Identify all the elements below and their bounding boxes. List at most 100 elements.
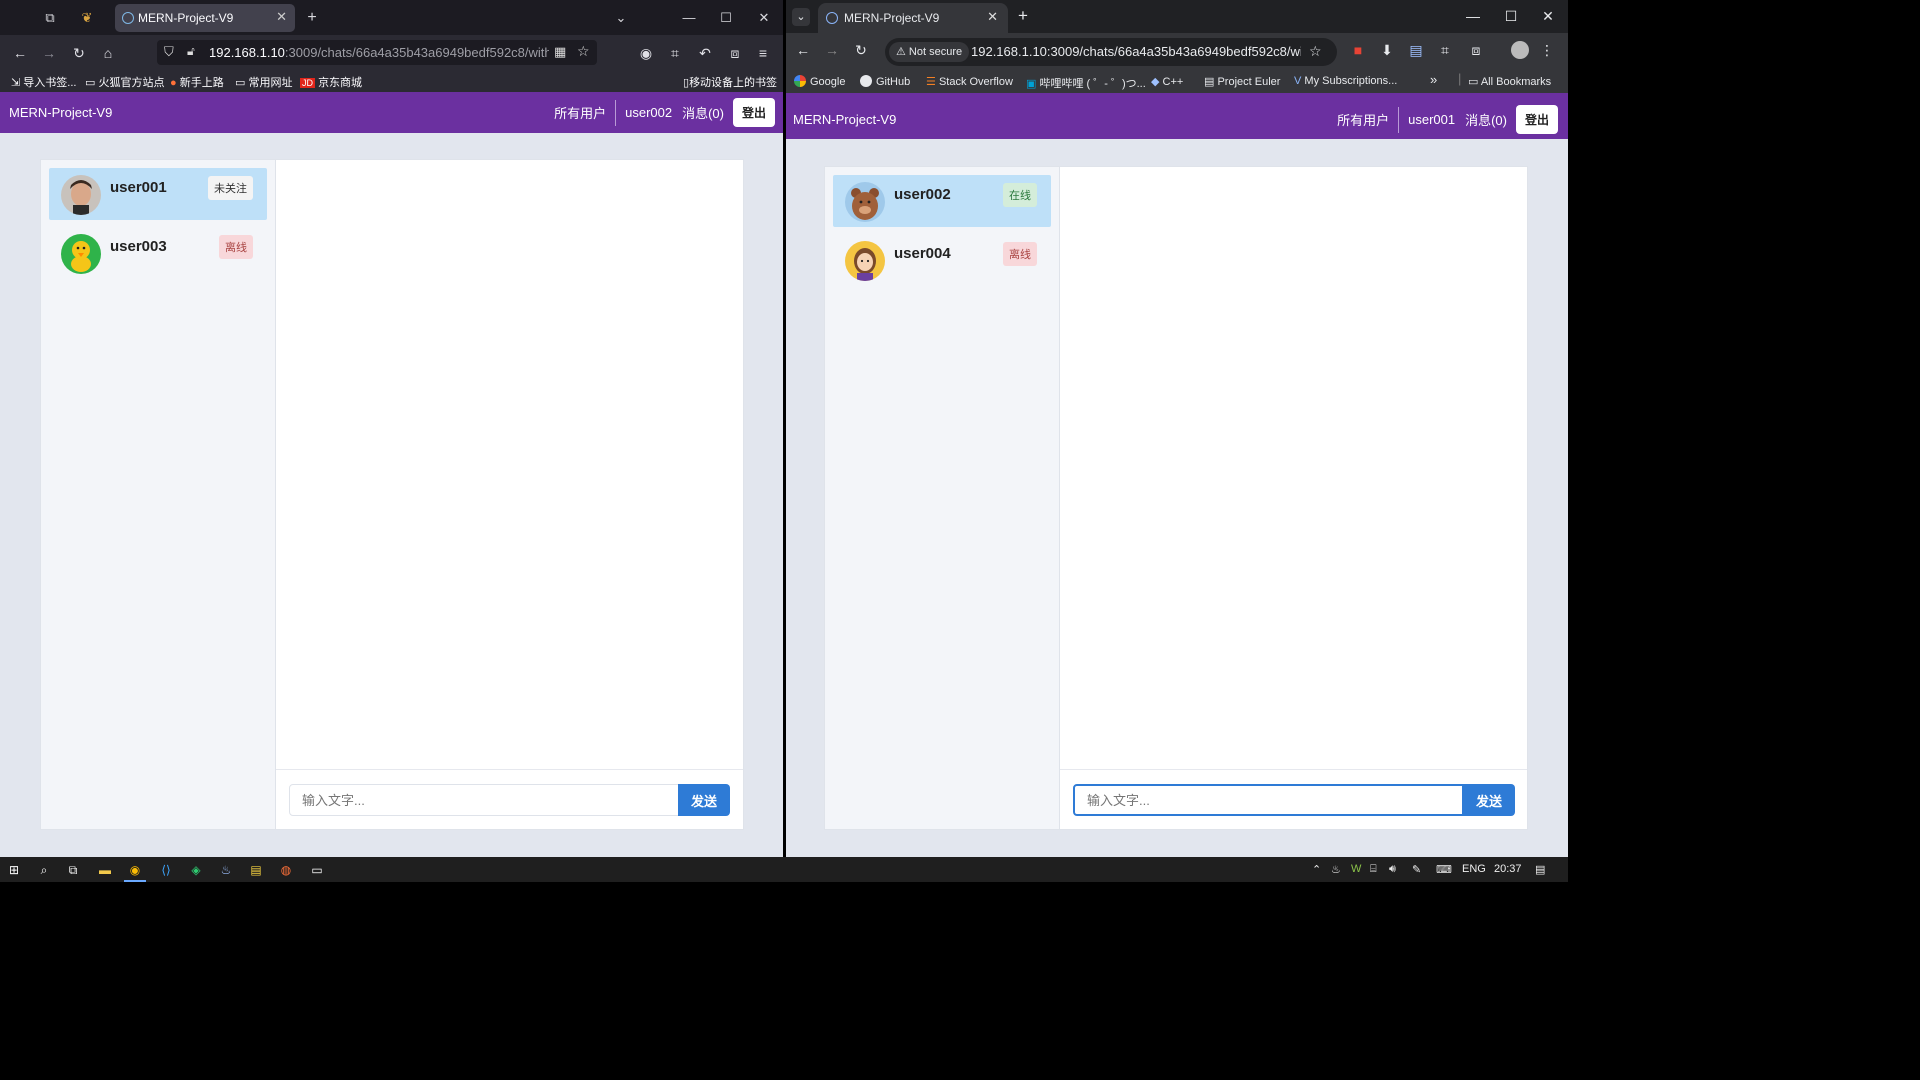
notifications-icon[interactable]: ▤: [1535, 863, 1545, 876]
security-chip[interactable]: ⚠ Not secure: [889, 42, 970, 62]
download-icon[interactable]: ⬇: [1378, 42, 1396, 59]
menu-icon[interactable]: ≡: [754, 44, 772, 62]
tray-keyboard-icon[interactable]: ⌨: [1436, 863, 1452, 876]
tray-chevron-icon[interactable]: ⌃: [1312, 863, 1321, 876]
brand[interactable]: MERN-Project-V9: [9, 105, 112, 120]
tray-volume-icon[interactable]: 🔊︎: [1389, 863, 1396, 876]
new-tab-icon[interactable]: +: [1014, 6, 1032, 26]
contact-item-user002[interactable]: user002 在线: [833, 175, 1051, 227]
bookmark-jd[interactable]: JD 京东商城: [300, 74, 362, 90]
tray-wechat-icon[interactable]: W: [1351, 863, 1361, 875]
brand[interactable]: MERN-Project-V9: [793, 112, 896, 127]
qr-code-icon[interactable]: ▦: [554, 44, 566, 60]
close-window-icon[interactable]: ✕: [1539, 8, 1557, 25]
close-tab-icon[interactable]: ✕: [276, 9, 287, 25]
bookmark-project-euler[interactable]: ▤ Project Euler: [1204, 75, 1280, 88]
nav-messages[interactable]: 消息(0): [677, 103, 729, 122]
contact-item-user003[interactable]: user003 离线: [49, 227, 267, 279]
tray-network-icon[interactable]: ⌸: [1370, 863, 1377, 876]
extension-translate-icon[interactable]: ▤: [1407, 42, 1425, 59]
send-button[interactable]: 发送: [1463, 784, 1515, 816]
nav-divider: [1398, 106, 1400, 133]
windows-start-icon[interactable]: ⊞: [6, 862, 22, 878]
address-bar[interactable]: ⛉ 🔓︎ 192.168.1.10:3009/chats/66a4a35b43a…: [157, 40, 597, 65]
message-input[interactable]: [289, 784, 679, 816]
task-view-icon[interactable]: ⧉: [65, 862, 81, 878]
account-icon[interactable]: ◉: [637, 44, 655, 62]
contact-item-user001[interactable]: user001 未关注: [49, 168, 267, 220]
contact-item-user004[interactable]: user004 离线: [833, 234, 1051, 286]
nav-messages[interactable]: 消息(0): [1460, 110, 1512, 129]
nav-all-users[interactable]: 所有用户: [1332, 110, 1394, 129]
shield-icon[interactable]: ⛉: [164, 44, 174, 60]
bookmark-stackoverflow[interactable]: ☰ Stack Overflow: [926, 75, 1013, 88]
steam-icon[interactable]: ♨: [218, 862, 234, 878]
undo-icon[interactable]: ↶: [696, 44, 714, 62]
chrome-icon[interactable]: ◉: [127, 862, 143, 878]
bookmark-github[interactable]: GitHub: [860, 75, 910, 88]
bookmark-my-subscriptions[interactable]: V My Subscriptions...: [1294, 75, 1397, 87]
tray-steam-icon[interactable]: ♨: [1331, 863, 1341, 876]
back-icon[interactable]: ←: [794, 42, 812, 58]
tab-list-chevron-icon[interactable]: ⌄: [612, 9, 630, 27]
minimize-icon[interactable]: —: [680, 9, 698, 27]
url-text[interactable]: 192.168.1.10:3009/chats/66a4a35b43a6949b…: [209, 45, 549, 60]
new-tab-icon[interactable]: +: [303, 9, 321, 27]
reload-icon[interactable]: ↻: [852, 42, 870, 59]
bookmark-google[interactable]: Google: [794, 75, 845, 88]
nav-all-users[interactable]: 所有用户: [549, 103, 611, 122]
message-input[interactable]: [1073, 784, 1464, 816]
clock[interactable]: 20:37: [1494, 863, 1522, 875]
back-icon[interactable]: ←: [11, 44, 29, 62]
screenshot-icon[interactable]: ⌗: [666, 44, 684, 62]
bookmark-star-icon[interactable]: ☆: [577, 43, 590, 60]
screenshot-icon[interactable]: ⌗: [1436, 42, 1454, 59]
logout-button[interactable]: 登出: [1515, 105, 1558, 134]
minimize-icon[interactable]: —: [1464, 8, 1482, 24]
tab-search-chevron-icon[interactable]: ⌄: [792, 8, 810, 26]
vscode-icon[interactable]: ⟨⟩: [158, 862, 174, 878]
pinned-tab-icon[interactable]: ❦: [78, 9, 96, 27]
maximize-icon[interactable]: ☐: [717, 9, 735, 27]
lock-icon[interactable]: 🔓︎: [187, 44, 195, 59]
app-green-icon[interactable]: ◈: [188, 862, 204, 878]
bookmark-bilibili[interactable]: ▣ 哔哩哔哩 ( ゜- ゜)つ...: [1026, 75, 1146, 91]
maximize-icon[interactable]: ☐: [1502, 8, 1520, 25]
bookmark-star-icon[interactable]: ☆: [1309, 43, 1322, 60]
bookmarks-overflow-icon[interactable]: »: [1430, 72, 1437, 87]
forward-icon[interactable]: →: [40, 44, 58, 62]
reload-icon[interactable]: ↻: [70, 44, 88, 62]
send-button[interactable]: 发送: [678, 784, 730, 816]
active-tab[interactable]: MERN-Project-V9 ✕: [115, 4, 295, 32]
forward-icon[interactable]: →: [823, 42, 841, 58]
all-bookmarks[interactable]: ▭ All Bookmarks: [1468, 75, 1551, 88]
bookmark-mobile[interactable]: ▯移动设备上的书签: [683, 74, 777, 90]
kebab-menu-icon[interactable]: ⋮: [1538, 42, 1556, 59]
bookmark-firefox-site[interactable]: ▭ 火狐官方站点: [85, 74, 164, 90]
extensions-icon[interactable]: ⧈: [1467, 42, 1485, 59]
terminal-icon[interactable]: ▭: [309, 862, 325, 878]
profile-avatar-icon[interactable]: [1511, 41, 1529, 59]
active-tab[interactable]: MERN-Project-V9 ✕: [818, 3, 1008, 33]
search-icon[interactable]: ⌕: [36, 862, 52, 878]
extensions-icon[interactable]: ⧈: [726, 44, 744, 62]
home-icon[interactable]: ⌂: [99, 44, 117, 62]
address-bar[interactable]: ⚠ Not secure 192.168.1.10:3009/chats/66a…: [885, 38, 1337, 66]
bookmark-common-sites[interactable]: ▭ 常用网址: [235, 74, 292, 90]
file-explorer-icon[interactable]: ▬: [97, 862, 113, 878]
nav-username[interactable]: user001: [1403, 112, 1460, 127]
tray-pen-icon[interactable]: ✎: [1412, 863, 1421, 876]
extension-red-icon[interactable]: ■: [1349, 42, 1367, 58]
bookmark-cpp[interactable]: ◆ C++: [1151, 75, 1183, 88]
firefox-icon[interactable]: ◍: [278, 862, 294, 878]
nav-username[interactable]: user002: [620, 105, 677, 120]
close-window-icon[interactable]: ✕: [755, 9, 773, 27]
close-tab-icon[interactable]: ✕: [987, 9, 998, 25]
bookmark-getting-started[interactable]: ● 新手上路: [170, 74, 224, 90]
logout-button[interactable]: 登出: [732, 98, 775, 127]
bookmark-import[interactable]: ⇲ 导入书签...: [11, 74, 76, 90]
notepad-icon[interactable]: ▤: [248, 862, 264, 878]
language-indicator[interactable]: ENG: [1462, 863, 1486, 875]
url-text[interactable]: 192.168.1.10:3009/chats/66a4a35b43a6949b…: [971, 44, 1301, 59]
tab-overview-icon[interactable]: ⧉: [41, 9, 59, 27]
